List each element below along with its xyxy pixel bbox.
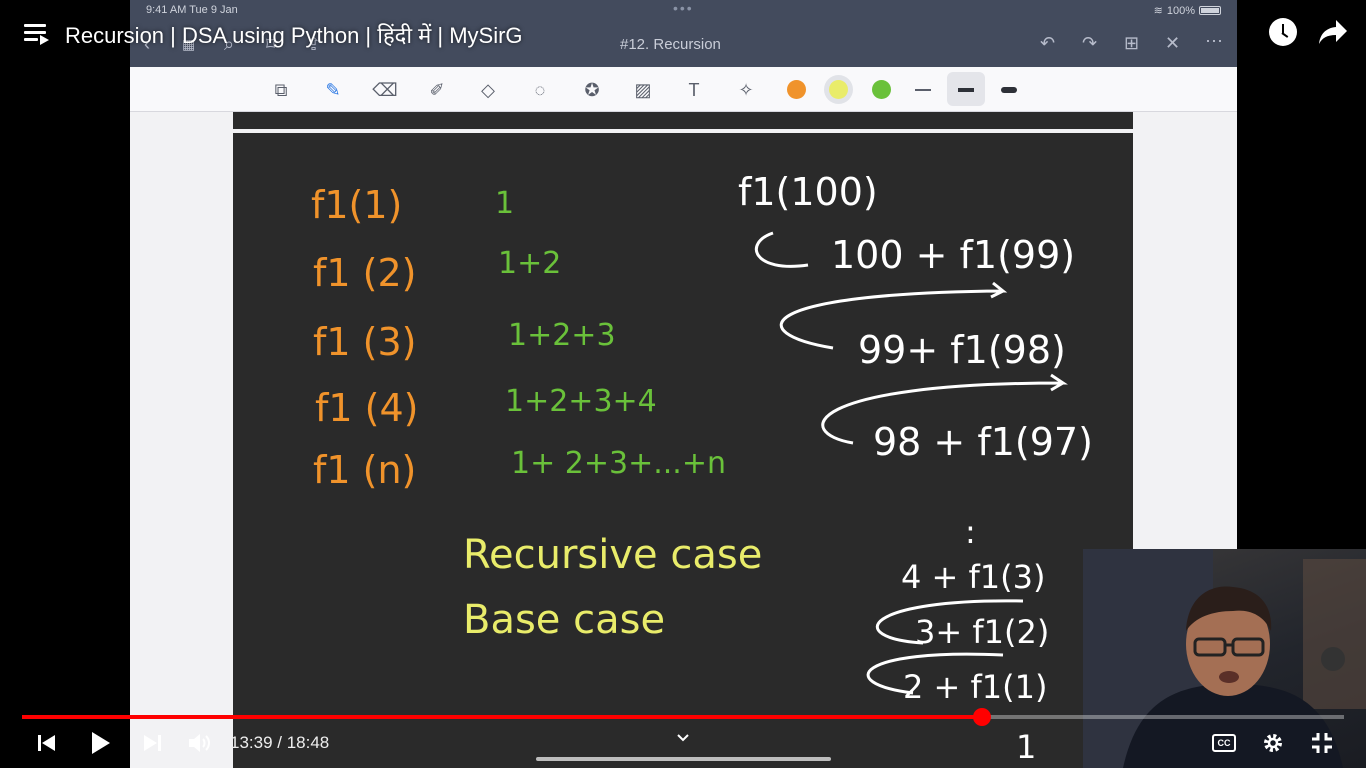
note-page[interactable]: f1(1) f1 (2) f1 (3) f1 (4) f1 (n) 1 1+2 1+2+3 1… (233, 133, 1133, 768)
goodnotes-toolbar: ⧉ ✎ ⌫ ✐ ◇ ◌ ✪ ▨ T ✧ (130, 67, 1237, 112)
highlighter-tool-icon[interactable]: ✐ (424, 77, 450, 103)
ipad-status-bar: 9:41 AM Tue 9 Jan ••• ≋ 100% (130, 0, 1237, 20)
unwind-step-0: : (965, 513, 976, 551)
current-time: 13:39 (230, 733, 273, 752)
home-indicator (536, 757, 831, 761)
time-display: 13:39 / 18:48 (230, 733, 329, 753)
settings-gear-icon[interactable] (1261, 730, 1285, 756)
stroke-width-thin[interactable] (915, 89, 931, 91)
close-icon[interactable]: ✕ (1165, 33, 1180, 54)
watch-later-icon[interactable] (1269, 18, 1297, 46)
unwinding-steps: : 4 + f1(3) 3+ f1(2) 2 + f1(1) 1 (901, 513, 1049, 766)
function-call-4: f1 (n) (313, 448, 416, 492)
redo-icon[interactable]: ↷ (1082, 33, 1097, 54)
laser-pointer-icon[interactable]: ✧ (733, 77, 759, 103)
function-calls-column: f1(1) f1 (2) f1 (3) f1 (4) f1 (n) (311, 183, 418, 492)
stroke-width-thick[interactable] (1001, 87, 1017, 93)
exit-fullscreen-icon[interactable] (1310, 730, 1334, 756)
function-call-0: f1(1) (311, 183, 402, 227)
function-call-1: f1 (2) (313, 251, 416, 295)
function-call-3: f1 (4) (315, 386, 418, 430)
sum-2: 1+2+3 (508, 318, 616, 353)
color-swatch-orange[interactable] (787, 80, 806, 99)
eraser-tool-icon[interactable]: ⌫ (372, 77, 398, 103)
chevron-down-icon[interactable] (676, 731, 690, 745)
expansion-step-2: 99+ f1(98) (858, 328, 1066, 372)
time-separator: / (272, 733, 287, 752)
seek-bar-handle[interactable] (973, 708, 992, 726)
wifi-icon: ≋ (1153, 5, 1163, 17)
pen-tool-icon[interactable]: ✎ (320, 77, 346, 103)
share-icon[interactable] (1318, 18, 1348, 46)
color-swatch-green[interactable] (872, 80, 891, 99)
unwind-step-1: 4 + f1(3) (901, 558, 1045, 596)
playlist-menu-icon[interactable] (24, 22, 50, 46)
color-swatch-yellow[interactable] (829, 80, 848, 99)
sums-column: 1 1+2 1+2+3 1+2+3+4 1+ 2+3+...+n (495, 186, 726, 481)
unwind-step-3: 2 + f1(1) (903, 668, 1047, 706)
image-tool-icon[interactable]: ▨ (630, 77, 656, 103)
expansion-step-0: f1(100) (738, 170, 878, 214)
expansion-step-1: 100 + f1(99) (831, 233, 1075, 277)
seek-bar[interactable] (22, 708, 1344, 726)
sum-3: 1+2+3+4 (505, 384, 657, 419)
next-icon[interactable] (141, 730, 163, 756)
more-icon[interactable]: ⋯ (1205, 31, 1223, 52)
video-title[interactable]: Recursion | DSA using Python | हिंदी में… (65, 20, 523, 50)
seek-bar-played (22, 715, 983, 719)
previous-page-edge (233, 112, 1133, 129)
case-label-0: Recursive case (463, 532, 762, 578)
text-tool-icon[interactable]: T (681, 77, 707, 103)
sum-1: 1+2 (498, 246, 561, 281)
case-labels: Recursive case Base case (463, 532, 762, 643)
undo-icon[interactable]: ↶ (1040, 33, 1055, 54)
handwriting-canvas: f1(1)f1 (2)f1 (3)f1 (4)f1 (n) 11+21+2+31… (311, 170, 1093, 766)
shapes-tool-icon[interactable]: ◇ (475, 77, 501, 103)
function-call-2: f1 (3) (313, 320, 416, 364)
add-page-icon[interactable]: ⊞ (1124, 33, 1139, 54)
page-layout-icon[interactable]: ⧉ (268, 77, 294, 103)
multitask-dots: ••• (673, 0, 694, 16)
previous-icon[interactable] (36, 730, 58, 756)
unwind-step-2: 3+ f1(2) (915, 613, 1049, 651)
note-title[interactable]: #12. Recursion (620, 36, 721, 53)
play-icon[interactable] (89, 730, 113, 756)
battery-indicator: ≋ 100% (1154, 4, 1221, 17)
battery-icon (1199, 6, 1221, 15)
case-label-1: Base case (463, 597, 665, 643)
stroke-width-medium[interactable] (958, 88, 974, 92)
expansion-step-3: 98 + f1(97) (873, 420, 1093, 464)
duration: 18:48 (286, 733, 330, 752)
expansion-steps: f1(100) 100 + f1(99) 99+ f1(98) 98 + f1(97) (738, 170, 1093, 464)
recursion-arrow-0 (754, 231, 809, 268)
status-time: 9:41 AM Tue 9 Jan (146, 4, 238, 16)
unwind-step-4: 1 (1016, 728, 1036, 766)
lasso-tool-icon[interactable]: ◌ (527, 77, 553, 103)
sum-4: 1+ 2+3+...+n (511, 446, 726, 481)
sum-0: 1 (495, 186, 514, 221)
elements-tool-icon[interactable]: ✪ (579, 77, 605, 103)
battery-percent: 100% (1166, 4, 1195, 17)
volume-icon[interactable] (187, 730, 213, 756)
captions-button[interactable]: CC (1212, 734, 1236, 752)
